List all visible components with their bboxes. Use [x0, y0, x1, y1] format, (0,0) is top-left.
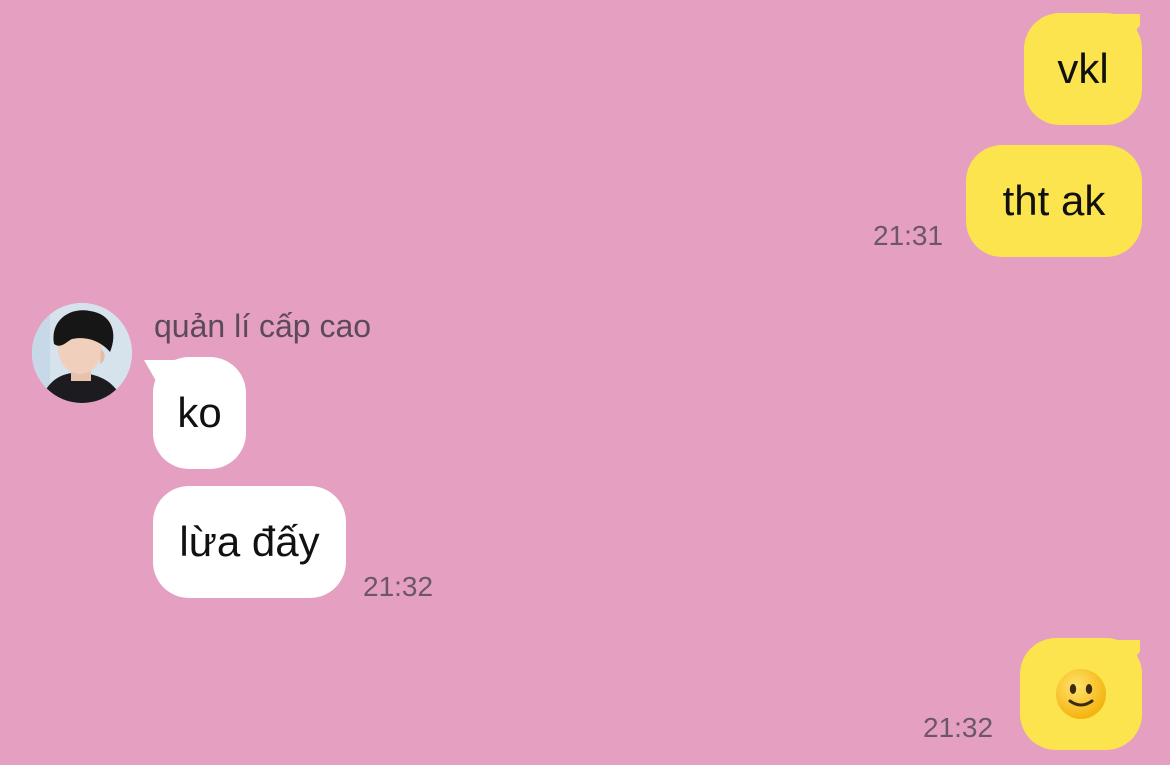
message-bubble-incoming[interactable]: ko: [153, 357, 246, 469]
message-bubble-outgoing[interactable]: [1020, 638, 1142, 750]
message-bubble-outgoing[interactable]: vkl: [1024, 13, 1142, 125]
message-text: tht ak: [1002, 177, 1106, 224]
slightly-smiling-face-emoji: [1056, 669, 1106, 719]
message-text: vkl: [1057, 45, 1109, 92]
message-timestamp: 21:31: [873, 220, 944, 251]
message-timestamp: 21:32: [923, 712, 994, 743]
sender-name: quản lí cấp cao: [154, 308, 372, 344]
message-timestamp: 21:32: [363, 571, 434, 602]
avatar[interactable]: [32, 303, 132, 403]
message-text: lừa đấy: [179, 518, 320, 565]
message-bubble-incoming[interactable]: lừa đấy: [153, 486, 346, 598]
message-bubble-outgoing[interactable]: tht ak: [966, 145, 1142, 257]
user-avatar-photo: [32, 303, 132, 403]
chat-message-area[interactable]: vkl tht ak 21:31 quản lí cấp cao ko lừa …: [0, 0, 1170, 765]
message-text: ko: [177, 389, 222, 436]
